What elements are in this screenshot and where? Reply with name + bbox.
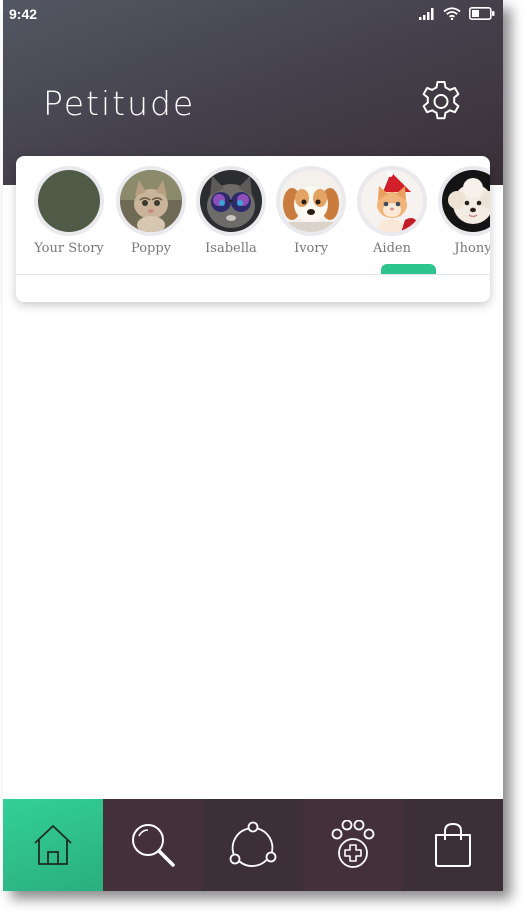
nav-share-button[interactable]: [203, 799, 303, 891]
story-ring: [438, 166, 490, 236]
avatar: [200, 170, 262, 232]
card-divider: [16, 274, 490, 275]
gear-icon: [422, 81, 460, 120]
story-ring: [357, 166, 427, 236]
search-icon: [132, 824, 175, 867]
story-your-story[interactable]: Your Story: [27, 166, 111, 256]
stories-card: Your Story Poppy Isabella Ivory Aiden Jh…: [16, 156, 490, 302]
avatar: [442, 170, 490, 232]
nav-search-button[interactable]: [103, 799, 203, 891]
nav-home-button[interactable]: [3, 799, 103, 891]
story-name: Poppy: [130, 241, 172, 256]
story-poppy[interactable]: Poppy: [109, 166, 193, 256]
share-icon: [229, 821, 277, 867]
avatar: [38, 170, 100, 232]
settings-button[interactable]: [417, 78, 465, 126]
paw-plus-icon: [331, 820, 375, 868]
status-time: 9:42: [9, 6, 38, 22]
story-name: Ivory: [294, 241, 328, 256]
battery-icon: [469, 7, 495, 20]
story-ring: [34, 166, 104, 236]
active-story-indicator: [381, 264, 436, 274]
story-ring: [116, 166, 186, 236]
story-name: Your Story: [34, 241, 104, 256]
story-name: Jhony: [454, 241, 490, 256]
story-ring: [196, 166, 266, 236]
story-name: Aiden: [373, 241, 411, 256]
avatar: [280, 170, 342, 232]
story-aiden[interactable]: Aiden: [350, 166, 434, 256]
signal-icon: [419, 7, 434, 20]
status-icons: [419, 7, 495, 20]
phone-screen: 9:42 Petitude Your Story Poppy Isabella …: [3, 0, 503, 891]
status-bar: 9:42: [3, 0, 503, 30]
story-ivory[interactable]: Ivory: [269, 166, 353, 256]
stories-row[interactable]: Your Story Poppy Isabella Ivory Aiden Jh…: [16, 156, 490, 274]
wifi-icon: [443, 7, 461, 20]
bottom-nav: [3, 799, 503, 891]
story-name: Isabella: [205, 241, 257, 256]
nav-shop-button[interactable]: [403, 799, 503, 891]
story-isabella[interactable]: Isabella: [189, 166, 273, 256]
home-icon: [34, 825, 72, 865]
nav-pet-health-button[interactable]: [303, 799, 403, 891]
avatar: [120, 170, 182, 232]
story-ring: [276, 166, 346, 236]
app-title: Petitude: [43, 84, 196, 123]
avatar: [361, 170, 423, 232]
shopping-bag-icon: [435, 822, 471, 867]
story-jhony[interactable]: Jhony: [431, 166, 490, 256]
